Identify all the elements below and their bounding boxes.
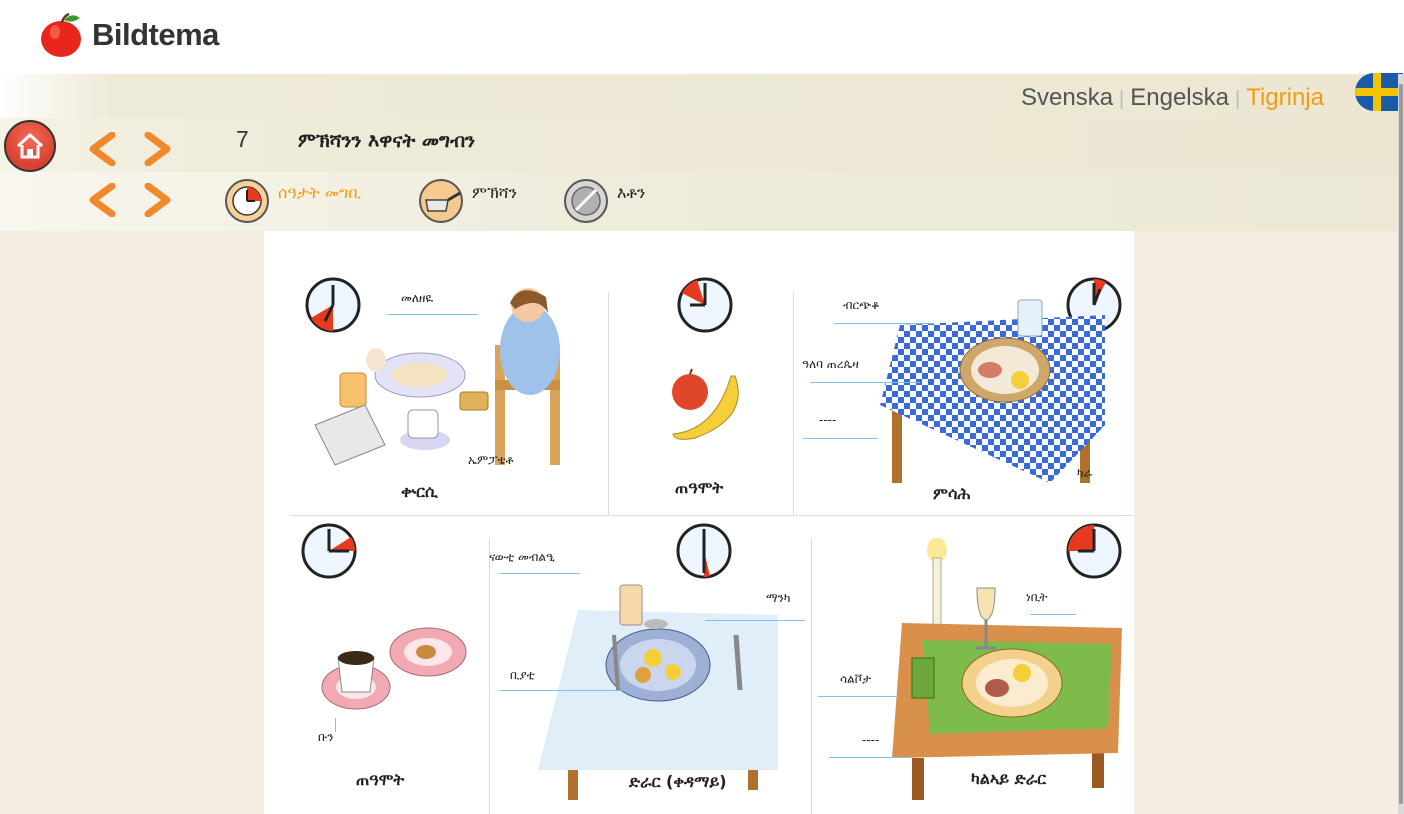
late-dinner-illustration [892, 538, 1122, 800]
scrollbar[interactable] [1398, 74, 1404, 814]
prev-subpage-arrow-icon[interactable] [86, 183, 118, 217]
row-divider [290, 515, 1133, 516]
caption-dinner: ድራር (ቀዳማይ) [629, 772, 727, 791]
tab-cooking[interactable]: ምኽሻን [418, 178, 517, 224]
page-title: ምኽሻንን እዋናት መግብን [298, 130, 476, 152]
label-cutlery: ናውቲ መብልዒ [489, 550, 555, 564]
tab-stove[interactable]: እቶን [563, 178, 645, 224]
lang-separator: | [1119, 88, 1125, 110]
panel-divider [608, 292, 609, 515]
leader-line [834, 323, 934, 324]
clock-icon [301, 523, 357, 579]
apple-logo-icon [41, 12, 81, 57]
leader-line [829, 757, 909, 758]
lang-svenska[interactable]: Svenska [1021, 84, 1113, 111]
panel-divider [811, 538, 812, 814]
brand-name: Bildtema [92, 17, 219, 52]
page-number: 7 [236, 126, 249, 152]
label-placeholder: ---- [819, 413, 837, 427]
leader-line [1030, 614, 1076, 615]
leader-line [803, 438, 878, 439]
swedish-flag-icon[interactable] [1355, 73, 1403, 111]
leader-line [388, 314, 478, 315]
scrollbar-thumb[interactable] [1399, 84, 1403, 804]
prev-page-arrow-icon[interactable] [86, 132, 118, 166]
pan-icon [419, 179, 463, 223]
leader-line [335, 718, 336, 732]
label-tablecloth: ዓለባ ጠረጴዛ [802, 357, 859, 371]
subpage-nav-row [0, 172, 1398, 231]
label-spoon: ማንካ [766, 591, 791, 605]
next-page-arrow-icon[interactable] [142, 132, 174, 166]
caption-breakfast: ቍርሲ [401, 482, 438, 501]
panel-divider [489, 538, 490, 814]
home-icon [16, 133, 44, 159]
leader-line [818, 696, 898, 697]
tab-cooking-label: ምኽሻን [472, 183, 518, 202]
tab-meal-times[interactable]: ሰዓታት መግቢ [224, 178, 361, 224]
caption-late-dinner: ካልኣይ ድራር [971, 769, 1047, 788]
label-plate: ቢያቲ [510, 668, 535, 682]
dinner-illustration [538, 584, 778, 800]
leader-line [705, 620, 805, 621]
fruit-illustration [672, 368, 739, 440]
lang-tigrinja[interactable]: Tigrinja [1246, 84, 1324, 111]
lang-engelska[interactable]: Engelska [1130, 84, 1229, 111]
leader-line [500, 690, 640, 691]
lang-separator: | [1234, 88, 1241, 110]
panel-divider [793, 292, 794, 515]
tab-meal-times-label: ሰዓታት መግቢ [278, 183, 362, 202]
page-nav-row [0, 118, 1398, 172]
label-napkin: ሳልቮታ [840, 672, 872, 686]
leader-line [500, 573, 580, 574]
coffee-illustration [321, 627, 467, 710]
clock-icon [677, 277, 733, 333]
bildtema-logo[interactable]: Bildtema [40, 12, 219, 58]
breakfast-illustration [314, 288, 560, 466]
label-knife: ካራ [1077, 466, 1093, 480]
home-button[interactable] [4, 120, 56, 172]
tab-stove-label: እቶን [617, 183, 646, 202]
caption-lunch: ምሳሕ [933, 484, 971, 503]
language-switcher: Svenska | Engelska | Tigrinja [1021, 84, 1324, 112]
label-spreader: መለዘዪ [401, 291, 434, 305]
label-butter-pat: ኤምፓቴቶ [468, 453, 514, 467]
stove-icon [564, 179, 608, 223]
next-subpage-arrow-icon[interactable] [142, 183, 174, 217]
caption-afternoon-snack: ጠዓሞት [356, 770, 405, 789]
leader-line [810, 382, 920, 383]
clock-icon [225, 179, 269, 223]
label-coffee: ቡን [318, 730, 334, 744]
label-wine-glass: ነቢት [1026, 590, 1048, 604]
caption-snack: ጠዓሞት [675, 478, 724, 497]
label-glass: ብርጭቆ [843, 298, 880, 312]
clock-icon [676, 523, 732, 579]
label-placeholder: ---- [862, 733, 880, 747]
